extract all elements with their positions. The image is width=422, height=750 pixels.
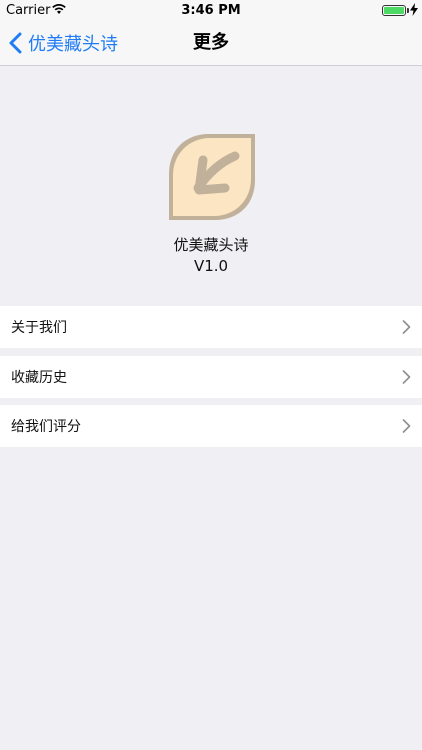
navigation-bar: 更多 优美藏头诗	[0, 20, 422, 66]
battery-tip	[407, 8, 409, 13]
charging-bolt-icon	[410, 3, 418, 16]
back-button[interactable]: 优美藏头诗	[8, 20, 118, 66]
chevron-left-icon	[9, 32, 22, 54]
app-logo-icon	[169, 134, 255, 220]
battery-icon	[382, 5, 406, 16]
status-time: 3:46 PM	[181, 3, 241, 18]
app-version: V1.0	[193, 257, 229, 275]
menu-item-about-us[interactable]: 关于我们	[0, 306, 422, 348]
menu-item-favorites-history[interactable]: 收藏历史	[0, 356, 422, 398]
app-name: 优美藏头诗	[173, 236, 249, 254]
chevron-right-icon	[402, 370, 411, 384]
chevron-right-icon	[402, 419, 411, 433]
chevron-right-icon	[402, 320, 411, 334]
back-button-label: 优美藏头诗	[28, 34, 118, 55]
app-info-header: 优美藏头诗 V1.0	[0, 66, 422, 306]
menu-item-label: 收藏历史	[11, 370, 67, 386]
menu-item-rate-us[interactable]: 给我们评分	[0, 405, 422, 447]
status-bar: Carrier 3:46 PM	[0, 0, 422, 20]
menu-item-label: 关于我们	[11, 320, 67, 336]
menu-item-label: 给我们评分	[11, 419, 81, 435]
